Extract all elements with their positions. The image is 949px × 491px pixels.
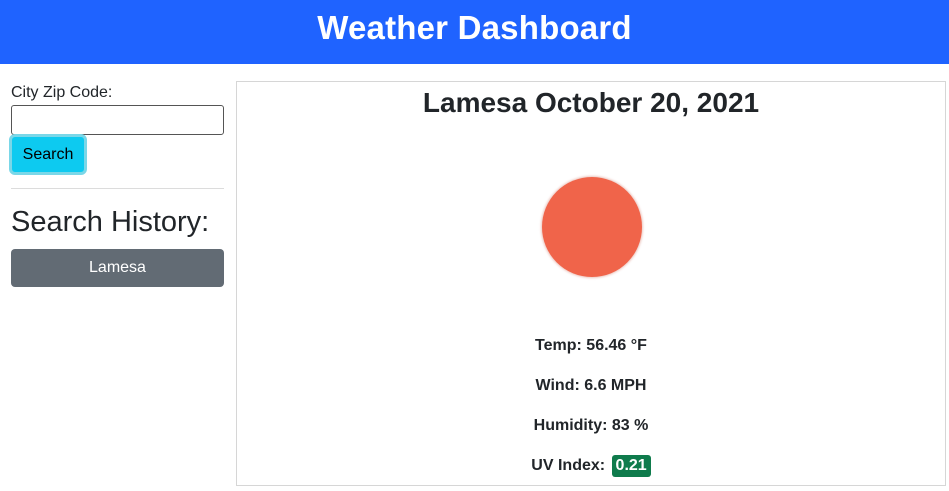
city-date-title: Lamesa October 20, 2021	[422, 87, 760, 118]
temperature-text: Temp: 56.46 °F	[535, 337, 647, 354]
zip-code-input[interactable]	[11, 105, 224, 135]
sidebar: City Zip Code: Search Search History: La…	[9, 84, 224, 287]
uv-index-badge: 0.21	[611, 455, 651, 477]
sidebar-divider	[11, 188, 224, 189]
app-title: Weather Dashboard	[317, 9, 632, 46]
app-header: Weather Dashboard	[0, 0, 949, 64]
sun-circle-icon	[542, 177, 642, 277]
search-history-title: Search History:	[11, 206, 210, 238]
uv-index-row: UV Index: 0.21	[237, 455, 945, 477]
zip-code-label: City Zip Code:	[11, 84, 113, 101]
current-weather-card: Lamesa October 20, 2021 Temp: 56.46 °F W…	[236, 81, 946, 486]
search-button[interactable]: Search	[9, 134, 87, 175]
history-item-lamesa[interactable]: Lamesa	[11, 249, 224, 287]
humidity-text: Humidity: 83 %	[533, 417, 649, 434]
uv-index-label: UV Index:	[531, 457, 606, 474]
wind-text: Wind: 6.6 MPH	[535, 377, 647, 394]
